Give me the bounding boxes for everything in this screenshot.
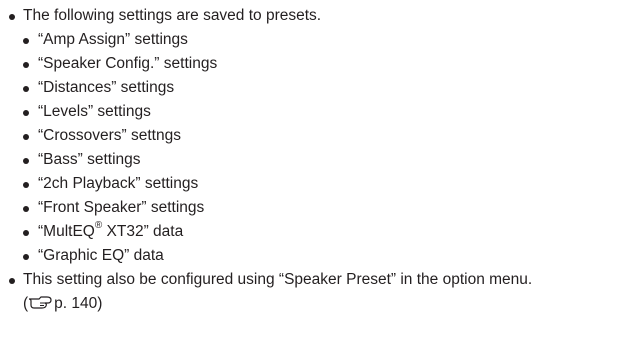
page-reference: (p. 140): [0, 292, 632, 316]
list-item: “MultEQ® XT32” data: [0, 220, 632, 244]
list-item-text: “Levels” settings: [38, 103, 151, 120]
multeq-text: “MultEQ: [38, 223, 95, 240]
list-item-text: “2ch Playback” settings: [38, 175, 199, 192]
list-item: “Crossovers” settngs: [0, 124, 632, 148]
bullet-dot: [9, 14, 15, 20]
list-item-text: “Amp Assign” settings: [38, 31, 188, 48]
list-item: “2ch Playback” settings: [0, 172, 632, 196]
reference-hand-icon: [28, 294, 52, 318]
list-item-text: “Distances” settings: [38, 79, 175, 96]
bullet-dot: [23, 158, 29, 164]
multeq-rest-text: XT32” data: [102, 223, 184, 240]
bullet-dot: [23, 230, 29, 236]
reference-page-text: p. 140): [54, 295, 103, 312]
bullet-dot: [23, 86, 29, 92]
bullet-note: This setting also be configured using “S…: [0, 268, 632, 292]
bullet-dot: [23, 182, 29, 188]
list-item-text: “Bass” settings: [38, 151, 141, 168]
bullet-intro: The following settings are saved to pres…: [0, 4, 632, 28]
note-text: This setting also be configured using “S…: [23, 271, 533, 288]
list-item: “Front Speaker” settings: [0, 196, 632, 220]
bullet-dot: [23, 110, 29, 116]
registered-mark: ®: [94, 219, 103, 231]
list-item-text: “Speaker Config.” settings: [38, 55, 218, 72]
list-item: “Distances” settings: [0, 76, 632, 100]
list-item: “Graphic EQ” data: [0, 244, 632, 268]
list-item-text: “Front Speaker” settings: [38, 199, 205, 216]
list-item: “Speaker Config.” settings: [0, 52, 632, 76]
bullet-dot: [23, 254, 29, 260]
list-item-text: “Crossovers” settngs: [38, 127, 181, 144]
intro-text: The following settings are saved to pres…: [23, 7, 322, 24]
bullet-dot: [23, 134, 29, 140]
bullet-dot: [23, 206, 29, 212]
list-item: “Levels” settings: [0, 100, 632, 124]
document: The following settings are saved to pres…: [0, 0, 632, 316]
list-item: “Amp Assign” settings: [0, 28, 632, 52]
bullet-dot: [23, 62, 29, 68]
list-item: “Bass” settings: [0, 148, 632, 172]
page-reference-text: (p. 140): [23, 292, 102, 318]
bullet-dot: [23, 38, 29, 44]
bullet-dot: [9, 278, 15, 284]
list-item-text: “MultEQ® XT32” data: [38, 220, 183, 244]
list-item-text: “Graphic EQ” data: [38, 247, 164, 264]
